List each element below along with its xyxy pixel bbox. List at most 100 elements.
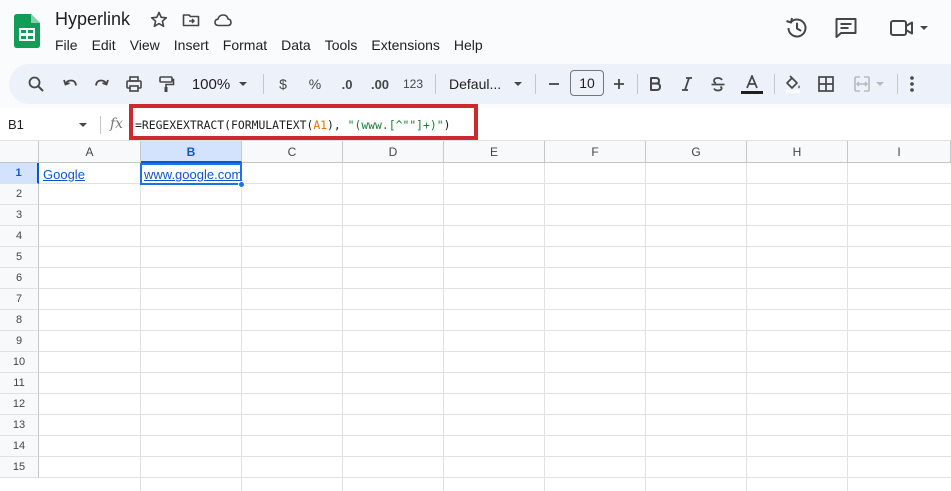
chevron-down-icon bbox=[876, 82, 884, 86]
toolbar: 100% $ % .0 .00 123 Defaul... 10 bbox=[9, 64, 951, 104]
comments-icon[interactable] bbox=[832, 14, 860, 42]
grid-line bbox=[39, 351, 951, 352]
column-header-c[interactable]: C bbox=[242, 141, 343, 163]
chevron-down-icon[interactable] bbox=[78, 120, 88, 130]
menu-tools[interactable]: Tools bbox=[318, 35, 365, 55]
search-menus-button[interactable] bbox=[23, 64, 49, 104]
row-header[interactable]: 9 bbox=[0, 331, 39, 352]
column-header-b[interactable]: B bbox=[141, 141, 242, 163]
increase-decimal-button[interactable]: .00 bbox=[367, 64, 393, 104]
column-header-e[interactable]: E bbox=[444, 141, 545, 163]
sheets-logo-icon[interactable] bbox=[14, 14, 40, 48]
menu-file[interactable]: File bbox=[48, 35, 85, 55]
decrease-decimal-button[interactable]: .0 bbox=[335, 64, 359, 104]
menu-view[interactable]: View bbox=[123, 35, 167, 55]
row-header[interactable]: 15 bbox=[0, 457, 39, 478]
currency-format-button[interactable]: $ bbox=[271, 64, 295, 104]
cloud-saved-icon[interactable] bbox=[213, 10, 233, 30]
chevron-down-icon bbox=[920, 26, 928, 30]
grid-line bbox=[39, 246, 951, 247]
grid-line bbox=[39, 309, 951, 310]
menu-format[interactable]: Format bbox=[216, 35, 274, 55]
menu-data[interactable]: Data bbox=[274, 35, 318, 55]
decrease-decimal-label: .0 bbox=[341, 76, 353, 92]
row-header[interactable]: 3 bbox=[0, 205, 39, 226]
cell-a1-link[interactable]: Google bbox=[39, 164, 85, 185]
decrease-font-size-button[interactable] bbox=[543, 64, 565, 104]
move-folder-icon[interactable] bbox=[181, 10, 201, 30]
paint-format-button[interactable] bbox=[153, 64, 179, 104]
row-header[interactable]: 1 bbox=[0, 163, 39, 184]
italic-button[interactable] bbox=[675, 64, 699, 104]
redo-icon bbox=[95, 79, 109, 86]
redo-button[interactable] bbox=[89, 64, 115, 104]
merge-cells-icon bbox=[854, 76, 870, 92]
name-box[interactable]: B1 bbox=[8, 108, 24, 141]
italic-icon bbox=[682, 77, 692, 91]
column-header-d[interactable]: D bbox=[343, 141, 444, 163]
menu-insert[interactable]: Insert bbox=[167, 35, 216, 55]
fill-color-button[interactable] bbox=[780, 64, 806, 104]
font-size-input[interactable]: 10 bbox=[570, 70, 604, 96]
merge-cells-button[interactable] bbox=[847, 64, 891, 104]
select-all-corner[interactable] bbox=[0, 141, 39, 163]
bold-button[interactable] bbox=[643, 64, 667, 104]
row-header[interactable]: 7 bbox=[0, 289, 39, 310]
row-header[interactable]: 12 bbox=[0, 394, 39, 415]
font-name: Defaul... bbox=[449, 76, 502, 92]
toolbar-divider bbox=[263, 74, 264, 94]
row-header[interactable]: 5 bbox=[0, 247, 39, 268]
row-header[interactable]: 4 bbox=[0, 226, 39, 247]
increase-font-size-button[interactable] bbox=[608, 64, 630, 104]
font-select[interactable]: Defaul... bbox=[441, 64, 529, 104]
version-history-icon[interactable] bbox=[783, 14, 811, 42]
more-options-button[interactable] bbox=[901, 64, 923, 104]
row-header[interactable]: 14 bbox=[0, 436, 39, 457]
toolbar-divider bbox=[535, 74, 536, 94]
column-header-a[interactable]: A bbox=[39, 141, 141, 163]
borders-button[interactable] bbox=[813, 64, 839, 104]
title-bar: Hyperlink File Edit View Insert Format D… bbox=[0, 0, 951, 60]
minus-icon bbox=[549, 83, 559, 85]
row-header[interactable]: 10 bbox=[0, 352, 39, 373]
column-header-i[interactable]: I bbox=[848, 141, 951, 163]
row-header[interactable]: 13 bbox=[0, 415, 39, 436]
menu-help[interactable]: Help bbox=[447, 35, 490, 55]
meet-video-icon[interactable] bbox=[887, 14, 931, 42]
column-header-h[interactable]: H bbox=[747, 141, 848, 163]
menu-edit[interactable]: Edit bbox=[85, 35, 123, 55]
star-icon[interactable] bbox=[149, 10, 169, 30]
column-header-g[interactable]: G bbox=[646, 141, 747, 163]
row-header[interactable]: 8 bbox=[0, 310, 39, 331]
grid-line bbox=[39, 288, 951, 289]
grid-line bbox=[342, 163, 343, 491]
toolbar-divider bbox=[435, 74, 436, 94]
more-vert-icon bbox=[910, 76, 914, 92]
row-header[interactable]: 2 bbox=[0, 184, 39, 205]
row-header[interactable]: 6 bbox=[0, 268, 39, 289]
more-formats-button[interactable]: 123 bbox=[399, 64, 427, 104]
zoom-value: 100% bbox=[191, 75, 231, 93]
search-icon bbox=[28, 76, 44, 92]
grid-line bbox=[39, 225, 951, 226]
strikethrough-button[interactable] bbox=[706, 64, 730, 104]
paint-roller-icon bbox=[159, 76, 175, 92]
print-button[interactable] bbox=[121, 64, 147, 104]
percent-format-button[interactable]: % bbox=[303, 64, 327, 104]
fill-handle[interactable] bbox=[238, 181, 245, 188]
undo-button[interactable] bbox=[57, 64, 83, 104]
menu-extensions[interactable]: Extensions bbox=[364, 35, 446, 55]
grid-line bbox=[140, 163, 141, 491]
grid-line bbox=[39, 330, 951, 331]
column-header-f[interactable]: F bbox=[545, 141, 646, 163]
spreadsheet-grid[interactable]: A B C D E F G H I 1 2 3 4 5 6 7 8 9 10 1… bbox=[0, 141, 951, 491]
zoom-select[interactable]: 100% bbox=[185, 64, 255, 104]
row-header[interactable]: 11 bbox=[0, 373, 39, 394]
menu-bar: File Edit View Insert Format Data Tools … bbox=[48, 35, 490, 55]
function-icon: fx bbox=[110, 116, 124, 132]
document-title[interactable]: Hyperlink bbox=[55, 9, 130, 30]
formula-bar-divider bbox=[100, 116, 101, 134]
active-cell-border bbox=[140, 163, 242, 185]
grid-line bbox=[847, 163, 848, 491]
text-color-button[interactable] bbox=[738, 64, 766, 104]
